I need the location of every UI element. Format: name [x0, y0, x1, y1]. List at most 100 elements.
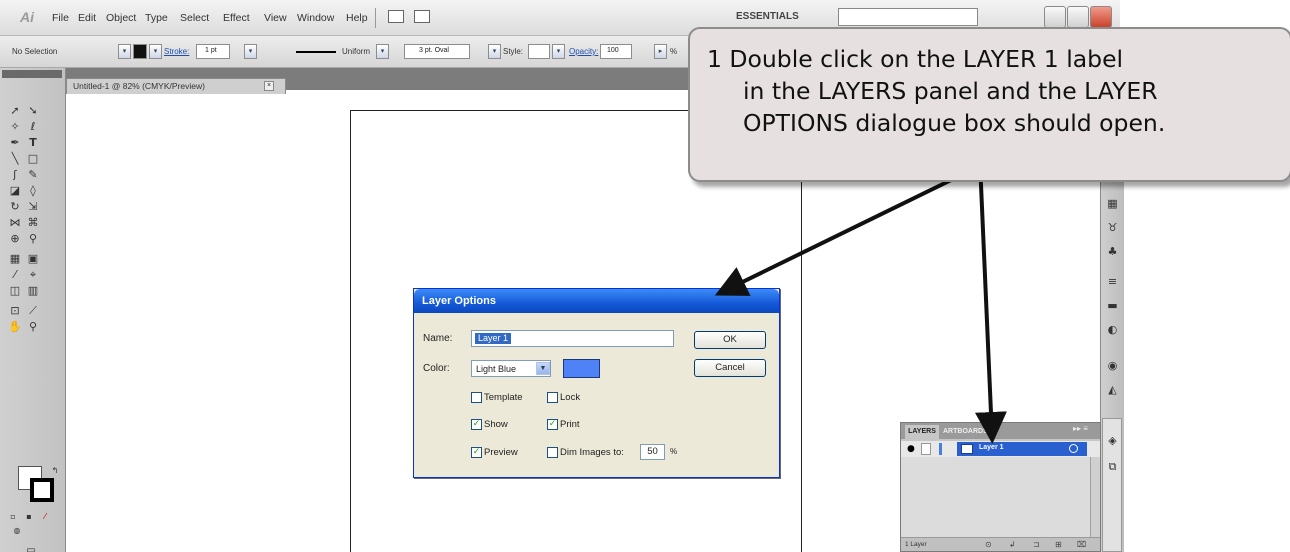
slice-tool-icon[interactable]: ⟋: [26, 304, 40, 318]
print-checkbox[interactable]: ✓: [547, 419, 558, 430]
rectangle-tool-icon[interactable]: □: [26, 152, 40, 166]
target-circle-icon[interactable]: [1069, 444, 1078, 453]
tab-artboards[interactable]: ARTBOARDS: [943, 425, 988, 438]
style-swatch[interactable]: [528, 44, 550, 59]
column-graph-tool-icon[interactable]: ▥: [26, 284, 40, 298]
panel-menu-icon[interactable]: ▸▸ ≡: [1073, 424, 1088, 433]
rotate-tool-icon[interactable]: ↻: [8, 200, 22, 214]
free-transform-tool-icon[interactable]: ⌘: [26, 216, 40, 230]
menu-edit[interactable]: Edit: [78, 12, 96, 24]
none-mode-icon[interactable]: ⁄: [38, 510, 52, 524]
scale-tool-icon[interactable]: ⇲: [26, 200, 40, 214]
draw-mode-icon[interactable]: ◍: [10, 524, 24, 538]
direct-selection-tool-icon[interactable]: ➘: [26, 104, 40, 118]
style-dropdown-arrow[interactable]: ▾: [552, 44, 565, 59]
brush-definition-field[interactable]: 3 pt. Oval: [404, 44, 470, 59]
bridge-icon[interactable]: [388, 10, 404, 23]
layer-selection-highlight[interactable]: [957, 442, 1087, 456]
close-window-button[interactable]: [1090, 6, 1112, 28]
menu-view[interactable]: View: [264, 12, 287, 24]
lock-toggle[interactable]: [921, 443, 931, 455]
search-input[interactable]: [838, 8, 978, 26]
width-profile-arrow[interactable]: ▾: [376, 44, 389, 59]
layer-name-label[interactable]: Layer 1: [979, 444, 1004, 451]
stroke-weight-field[interactable]: 1 pt: [196, 44, 230, 59]
dim-images-checkbox[interactable]: [547, 447, 558, 458]
swap-fill-stroke-icon[interactable]: ↰: [48, 464, 62, 478]
line-segment-tool-icon[interactable]: ╲: [8, 152, 22, 166]
hand-tool-icon[interactable]: ✋: [8, 320, 22, 334]
workspace-switcher[interactable]: ESSENTIALS: [736, 11, 799, 22]
menu-effect[interactable]: Effect: [223, 12, 250, 24]
show-checkbox[interactable]: ✓: [471, 419, 482, 430]
dialog-title-bar[interactable]: Layer Options: [414, 289, 779, 313]
paintbrush-tool-icon[interactable]: ʃ: [8, 168, 22, 182]
tab-layers[interactable]: LAYERS: [905, 425, 939, 439]
menu-file[interactable]: File: [52, 12, 69, 24]
layers-scrollbar[interactable]: [1090, 457, 1100, 537]
dim-images-input[interactable]: 50: [640, 444, 665, 460]
appearance-icon[interactable]: ◉: [1105, 358, 1120, 373]
zoom-tool-icon[interactable]: ⚲: [26, 320, 40, 334]
width-tool-icon[interactable]: ⋈: [8, 216, 22, 230]
color-mode-icon[interactable]: ▫: [6, 510, 20, 524]
layers-list[interactable]: [901, 457, 1090, 537]
perspective-grid-tool-icon[interactable]: ▦: [8, 252, 22, 266]
make-clipping-mask-icon[interactable]: ↲: [1009, 540, 1016, 549]
fill-swatch-icon[interactable]: [133, 44, 147, 59]
mesh-tool-icon[interactable]: ▣: [26, 252, 40, 266]
gradient-panel-icon[interactable]: ▬: [1105, 298, 1120, 313]
menu-object[interactable]: Object: [106, 12, 136, 24]
lock-checkbox[interactable]: [547, 392, 558, 403]
layer-name-input[interactable]: Layer 1: [471, 330, 674, 347]
fill-dropdown-arrow[interactable]: ▾: [118, 44, 131, 59]
pen-tool-icon[interactable]: ✒: [8, 136, 22, 150]
menu-window[interactable]: Window: [297, 12, 334, 24]
pencil-tool-icon[interactable]: ✎: [26, 168, 40, 182]
template-checkbox[interactable]: [471, 392, 482, 403]
stroke-panel-icon[interactable]: ≡: [1105, 274, 1120, 289]
document-tab[interactable]: Untitled-1 @ 82% (CMYK/Preview): [66, 78, 286, 94]
transparency-icon[interactable]: ◐: [1105, 322, 1120, 337]
new-sublayer-icon[interactable]: ⊐: [1033, 540, 1040, 549]
delete-layer-icon[interactable]: ⌧: [1077, 540, 1086, 549]
gradient-mode-icon[interactable]: ▪: [22, 510, 36, 524]
shape-builder-tool-icon[interactable]: ⊕: [8, 232, 22, 246]
blend-tool-icon[interactable]: ◫: [8, 284, 22, 298]
ok-button[interactable]: OK: [694, 331, 766, 349]
minimize-button[interactable]: [1044, 6, 1066, 28]
screen-mode-icon[interactable]: ▭: [24, 544, 38, 552]
brush-definition-arrow[interactable]: ▾: [488, 44, 501, 59]
stroke-label[interactable]: Stroke:: [164, 47, 189, 56]
type-tool-icon[interactable]: T: [26, 136, 40, 150]
locate-object-icon[interactable]: ⊙: [985, 540, 992, 549]
menu-select[interactable]: Select: [180, 12, 209, 24]
swatches-icon[interactable]: ♣: [1105, 244, 1120, 259]
layer-row[interactable]: ● Layer 1: [901, 441, 1100, 457]
tools-panel-header[interactable]: [2, 70, 62, 78]
menu-type[interactable]: Type: [145, 12, 168, 24]
magic-wand-tool-icon[interactable]: ✧: [8, 120, 22, 134]
layers-panel-icon[interactable]: ◈: [1105, 433, 1120, 448]
maximize-button[interactable]: [1067, 6, 1089, 28]
color-select[interactable]: Light Blue ▼: [471, 360, 551, 377]
lasso-tool-icon[interactable]: ℓ: [26, 120, 40, 134]
artboard-tool-icon[interactable]: ⊡: [8, 304, 22, 318]
arrange-documents-icon[interactable]: [414, 10, 430, 23]
close-tab-icon[interactable]: ×: [264, 81, 274, 91]
new-layer-icon[interactable]: ⊞: [1055, 540, 1062, 549]
live-paint-tool-icon[interactable]: ⚲: [26, 232, 40, 246]
symbols-icon[interactable]: ▦: [1105, 196, 1120, 211]
graphic-styles-icon[interactable]: ◭: [1105, 382, 1120, 397]
layer-color-swatch[interactable]: [563, 359, 600, 378]
brushes-icon[interactable]: ♉: [1105, 220, 1120, 235]
visibility-eye-icon[interactable]: ●: [907, 444, 917, 454]
stroke-dropdown-arrow[interactable]: ▾: [149, 44, 162, 59]
opacity-label[interactable]: Opacity:: [569, 47, 598, 56]
gradient-tool-icon[interactable]: ⁄: [8, 268, 22, 282]
stroke-color-swatch[interactable]: [30, 478, 54, 502]
blob-brush-tool-icon[interactable]: ◪: [8, 184, 22, 198]
eraser-tool-icon[interactable]: ◊: [26, 184, 40, 198]
artboards-panel-icon[interactable]: ⧉: [1105, 459, 1120, 474]
eyedropper-tool-icon[interactable]: ⌖: [26, 268, 40, 282]
